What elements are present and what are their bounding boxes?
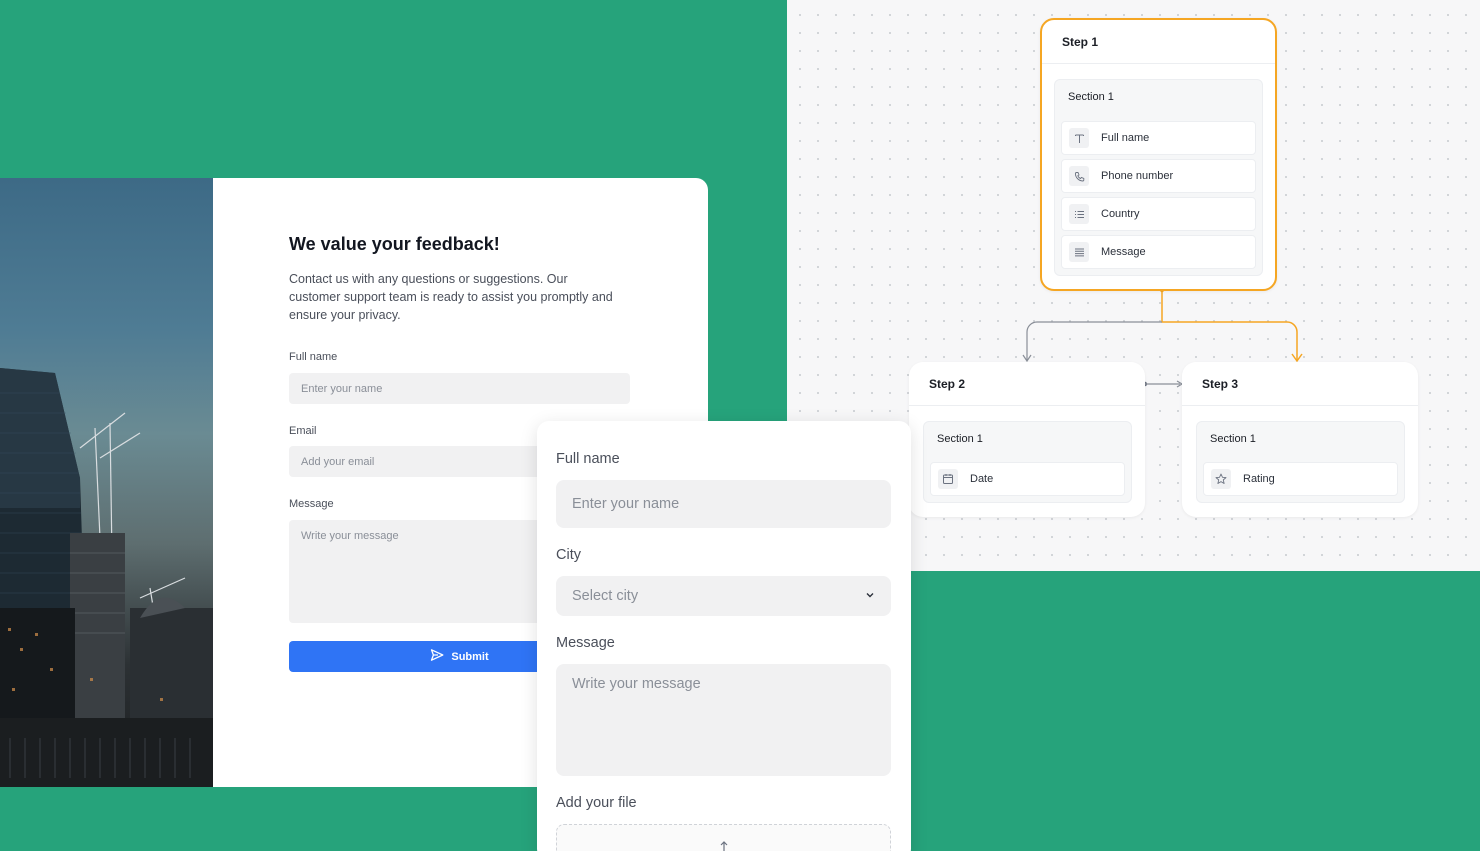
phone-icon <box>1069 166 1089 186</box>
submit-label: Submit <box>451 650 489 663</box>
overlay-message-placeholder: Write your message <box>572 676 701 692</box>
field-phone-number[interactable]: Phone number <box>1061 159 1256 193</box>
field-label: Phone number <box>1101 170 1174 182</box>
file-dropzone[interactable] <box>556 824 891 851</box>
section-title: Section 1 <box>937 433 983 445</box>
upload-icon <box>718 839 730 851</box>
step-1-card[interactable]: Step 1 Section 1 Full name Phone number … <box>1040 18 1277 291</box>
step-3-card[interactable]: Step 3 Section 1 Rating <box>1182 362 1418 517</box>
field-label: Full name <box>1101 132 1150 144</box>
field-label: Date <box>970 473 994 485</box>
email-label: Email <box>289 425 317 437</box>
step-2-section[interactable]: Section 1 Date <box>923 421 1132 503</box>
message-label: Message <box>289 498 334 510</box>
field-label: Message <box>1101 246 1146 258</box>
overlay-full-name-placeholder: Enter your name <box>572 496 680 512</box>
step-3-title: Step 3 <box>1182 362 1418 406</box>
field-message[interactable]: Message <box>1061 235 1256 269</box>
full-name-label: Full name <box>289 351 338 363</box>
email-placeholder: Add your email <box>301 455 375 468</box>
city-select[interactable]: Select city <box>556 576 891 616</box>
field-label: Country <box>1101 208 1140 220</box>
paragraph-icon <box>1069 242 1089 262</box>
full-name-input[interactable]: Enter your name <box>289 373 630 404</box>
feedback-title: We value your feedback! <box>289 234 500 254</box>
step-1-section[interactable]: Section 1 Full name Phone number Country <box>1054 79 1263 276</box>
step-1-title: Step 1 <box>1042 20 1275 64</box>
list-icon <box>1069 204 1089 224</box>
field-country[interactable]: Country <box>1061 197 1256 231</box>
send-icon <box>430 648 444 665</box>
overlay-full-name-input[interactable]: Enter your name <box>556 480 891 528</box>
city-label: City <box>556 547 581 563</box>
field-date[interactable]: Date <box>930 462 1125 496</box>
field-label: Rating <box>1243 473 1275 485</box>
overlay-full-name-label: Full name <box>556 451 620 467</box>
star-icon <box>1211 469 1231 489</box>
chevron-down-icon <box>865 588 875 604</box>
overlay-message-label: Message <box>556 635 615 651</box>
text-icon <box>1069 128 1089 148</box>
step-2-card[interactable]: Step 2 Section 1 Date <box>909 362 1145 517</box>
step-3-section[interactable]: Section 1 Rating <box>1196 421 1405 503</box>
full-name-placeholder: Enter your name <box>301 382 383 395</box>
overlay-form-card: Full name Enter your name City Select ci… <box>537 421 911 851</box>
step-2-title: Step 2 <box>909 362 1145 406</box>
field-full-name[interactable]: Full name <box>1061 121 1256 155</box>
city-photo <box>0 178 213 787</box>
message-placeholder: Write your message <box>301 530 399 542</box>
field-rating[interactable]: Rating <box>1203 462 1398 496</box>
file-label: Add your file <box>556 795 637 811</box>
section-title: Section 1 <box>1210 433 1256 445</box>
city-placeholder: Select city <box>572 588 639 604</box>
calendar-icon <box>938 469 958 489</box>
feedback-description: Contact us with any questions or suggest… <box>289 272 613 322</box>
section-title: Section 1 <box>1068 91 1114 103</box>
overlay-message-textarea[interactable]: Write your message <box>556 664 891 776</box>
